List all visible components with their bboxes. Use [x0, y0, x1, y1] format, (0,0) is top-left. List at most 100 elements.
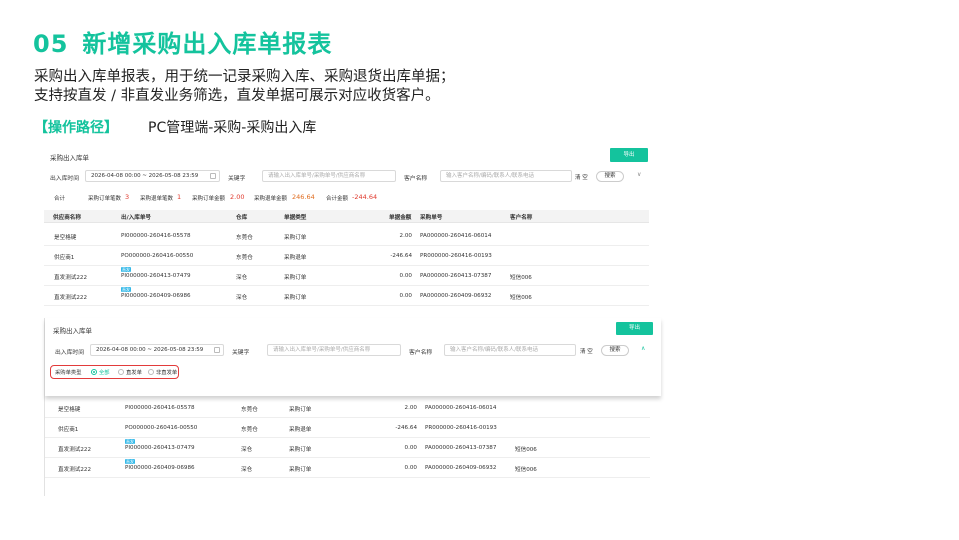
cell-amount: 0.00 — [399, 293, 412, 299]
cell-po-no: PR000000-260416-00193 — [420, 253, 492, 259]
option-all[interactable]: 全部 — [99, 368, 110, 376]
col-customer: 客户名称 — [510, 215, 533, 221]
cell-po-no: PA000000-260413-07387 — [425, 445, 497, 451]
search-button[interactable]: 搜索 — [601, 345, 629, 356]
customer-input[interactable]: 输入客户名称/编码/联系人/联系电话 — [440, 170, 572, 182]
report-panel-collapsed: 采购出入库单 导出 出入库时间 2026-04-08 00:00 ~ 2026-… — [44, 143, 666, 308]
cell-supplier: 供应商1 — [58, 427, 79, 433]
chevron-down-icon[interactable]: ∨ — [637, 171, 641, 178]
calendar-icon — [210, 173, 216, 179]
cell-order-no: PI000000-260413-07479 — [121, 273, 191, 279]
direct-badge: 直发 — [125, 439, 135, 444]
cell-po-no: PA000000-260413-07387 — [420, 273, 492, 279]
cell-supplier: 直发测试222 — [54, 295, 88, 301]
export-button[interactable]: 导出 — [616, 322, 653, 335]
cell-amount: 0.00 — [404, 445, 417, 451]
cell-warehouse: 深仓 — [241, 447, 253, 453]
operation-path: 【操作路径】 PC管理端-采购-采购出入库 — [34, 117, 316, 137]
table-row[interactable]: 是空格键 PI000000-260416-05578 东莞仓 采购订单 2.00 PA00… — [45, 399, 650, 418]
total-label: 合计 — [54, 196, 66, 202]
date-label: 出入库时间 — [50, 176, 79, 182]
po-count: 3 — [125, 193, 130, 201]
report-panel-expanded: 采购出入库单 导出 出入库时间 2026-04-08 00:00 ~ 2026-… — [44, 318, 661, 496]
cell-warehouse: 深仓 — [236, 295, 248, 301]
order-type-label: 采购单类型 — [55, 370, 82, 376]
col-doc-type: 单据类型 — [284, 215, 307, 221]
table-row[interactable]: 直发测试222 PI000000-260413-07479 深仓 采购订单 0.00 PA… — [45, 439, 650, 458]
table-row[interactable]: 直发测试222 PI000000-260413-07479 深仓 采购订单 0.00 PA… — [44, 267, 649, 286]
date-label: 出入库时间 — [55, 350, 84, 356]
cell-po-no: PA000000-260409-06932 — [425, 465, 497, 471]
desc-line-2: 支持按直发 / 非直发业务筛选，直发单据可展示对应收货客户。 — [34, 88, 440, 104]
po-amount-label: 采购订单金额 — [192, 196, 226, 202]
export-button[interactable]: 导出 — [610, 148, 648, 162]
customer-input[interactable]: 输入客户名称/编码/联系人/联系电话 — [444, 344, 576, 356]
cell-po-no: PA000000-260416-06014 — [420, 233, 492, 239]
panel-title: 采购出入库单 — [50, 154, 89, 162]
date-range-input[interactable]: 2026-04-08 00:00 ~ 2026-05-08 23:59 — [85, 170, 220, 182]
slide-title: 05 新增采购出入库单报表 — [33, 24, 332, 59]
table-row[interactable]: 供应商1 PO000000-260416-00550 东莞仓 采购退单 -246.64 P… — [45, 419, 650, 438]
order-type-filter: 采购单类型 全部 直发单 非直发单 — [50, 365, 179, 379]
slide-description: 采购出入库单报表，用于统一记录采购入库、采购退货出库单据； 支持按直发 / 非直… — [34, 68, 455, 106]
option-direct[interactable]: 直发单 — [126, 368, 142, 376]
table-row[interactable]: 供应商1 PO000000-260416-00550 东莞仓 采购退单 -246.64 P… — [44, 247, 649, 266]
cell-amount: 2.00 — [404, 405, 417, 411]
date-range-value: 2026-04-08 00:00 ~ 2026-05-08 23:59 — [91, 173, 199, 179]
po-amount: 2.00 — [230, 193, 245, 201]
cell-amount: 2.00 — [399, 233, 412, 239]
col-order-no: 出/入库单号 — [121, 215, 152, 221]
col-amount: 单据金额 — [389, 215, 412, 221]
cell-warehouse: 东莞仓 — [241, 407, 258, 413]
summary-bar: 合计 采购订单笔数 3 采购退单笔数 1 采购订单金额 2.00 采购退单金额 … — [44, 192, 666, 204]
direct-badge: 直发 — [121, 287, 131, 292]
cell-order-no: PI000000-260416-05578 — [121, 233, 191, 239]
table-row[interactable]: 直发测试222 PI000000-260409-06986 深仓 采购订单 0.00 PA… — [44, 287, 649, 306]
keyword-label: 关键字 — [228, 176, 246, 182]
col-po-no: 采购单号 — [420, 215, 443, 221]
radio-all[interactable] — [91, 369, 97, 375]
table-row[interactable]: 直发测试222 PI000000-260409-06986 深仓 采购订单 0.00 PA… — [45, 459, 650, 478]
cell-amount: 0.00 — [399, 273, 412, 279]
col-supplier: 供应商名称 — [53, 215, 81, 221]
path-route: PC管理端-采购-采购出入库 — [148, 120, 317, 136]
po-count-label: 采购订单笔数 — [88, 196, 122, 202]
ret-amount-label: 采购退单金额 — [254, 196, 288, 202]
cell-supplier: 是空格键 — [58, 407, 81, 413]
direct-badge: 直发 — [125, 459, 135, 464]
cell-doc-type: 采购订单 — [289, 447, 312, 453]
total-amount-label: 合计金额 — [326, 196, 349, 202]
cell-amount: 0.00 — [404, 465, 417, 471]
search-button[interactable]: 搜索 — [596, 171, 624, 182]
cell-customer: 短信006 — [515, 467, 537, 473]
table-row[interactable]: 是空格键 PI000000-260416-05578 东莞仓 采购订单 2.00 PA00… — [44, 227, 649, 246]
cell-warehouse: 深仓 — [241, 467, 253, 473]
radio-non-direct[interactable] — [148, 369, 154, 375]
cell-order-no: PO000000-260416-00550 — [121, 253, 194, 259]
keyword-input[interactable]: 请输入出入库单号/采购单号/供应商名称 — [267, 344, 401, 356]
option-non-direct[interactable]: 非直发单 — [156, 368, 177, 376]
cell-order-no: PO000000-260416-00550 — [125, 425, 198, 431]
keyword-input[interactable]: 请输入出入库单号/采购单号/供应商名称 — [262, 170, 396, 182]
ret-amount: 246.64 — [292, 193, 315, 201]
chevron-up-icon[interactable]: ∧ — [641, 345, 645, 352]
slide-title-text: 新增采购出入库单报表 — [82, 30, 333, 58]
radio-direct[interactable] — [118, 369, 124, 375]
cell-po-no: PA000000-260409-06932 — [420, 293, 492, 299]
cell-amount: -246.64 — [390, 253, 412, 259]
clear-button[interactable]: 清 空 — [580, 347, 593, 355]
total-amount: -244.64 — [352, 193, 378, 201]
cell-amount: -246.64 — [395, 425, 417, 431]
clear-button[interactable]: 清 空 — [575, 173, 588, 181]
cell-po-no: PA000000-260416-06014 — [425, 405, 497, 411]
cell-warehouse: 东莞仓 — [241, 427, 258, 433]
col-warehouse: 仓库 — [236, 215, 248, 221]
date-range-input[interactable]: 2026-04-08 00:00 ~ 2026-05-08 23:59 — [90, 344, 224, 356]
cell-order-no: PI000000-260409-06986 — [125, 465, 195, 471]
cell-warehouse: 深仓 — [236, 275, 248, 281]
cell-supplier: 供应商1 — [54, 255, 75, 261]
cell-doc-type: 采购订单 — [284, 235, 307, 241]
date-range-value: 2026-04-08 00:00 ~ 2026-05-08 23:59 — [96, 347, 204, 353]
cell-doc-type: 采购订单 — [289, 467, 312, 473]
cell-doc-type: 采购订单 — [284, 275, 307, 281]
